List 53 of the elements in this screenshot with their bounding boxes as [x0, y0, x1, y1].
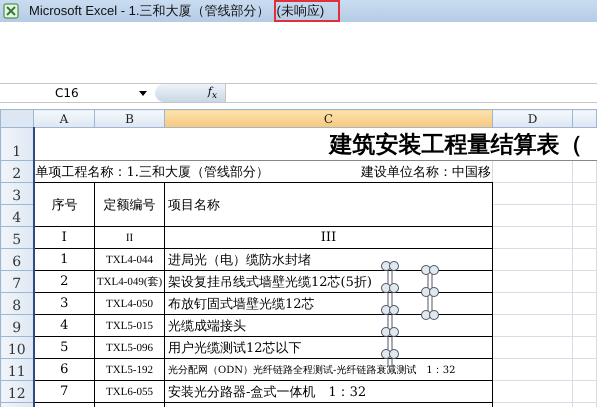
cell-text: TXL4-044	[106, 254, 154, 266]
row-header[interactable]: 8	[0, 292, 34, 314]
cell-text: 4	[60, 318, 68, 333]
cell-text: 布放钉固式墙壁光缆12芯	[168, 296, 315, 312]
cell-text: TXL6-055	[106, 386, 154, 398]
cell-text: 架设复挂吊线式墙壁光缆12芯(5折)	[168, 274, 372, 290]
cell-text: 安装光分路器-盒式一体机 1：32	[168, 384, 366, 400]
cell-text: 用户光缆测试12芯以下	[168, 340, 302, 356]
cell-text: TXL5-096	[106, 342, 154, 354]
excel-icon	[3, 3, 19, 19]
row-header[interactable]: 11	[0, 358, 34, 380]
cell-text: 光缆成端接头	[168, 318, 246, 334]
cell-text: 5	[60, 340, 68, 355]
row-header[interactable]: 12	[0, 380, 34, 402]
cell-text: TXL5-015	[106, 320, 154, 332]
cell-text: 7	[60, 384, 68, 399]
insert-function-button[interactable]: f$_{x}$	[155, 84, 225, 102]
cell-text: 6	[60, 362, 68, 377]
not-responding-status: (未响应)	[274, 0, 340, 22]
caret-icon	[139, 90, 147, 96]
cell-text: TXL5-192	[106, 364, 154, 376]
cell-text: 建筑安装工程量结算表（	[330, 130, 582, 158]
row-header[interactable]: 7	[0, 270, 34, 292]
row-header[interactable]: 9	[0, 314, 34, 336]
select-all-button[interactable]	[0, 110, 34, 128]
cell-text: 项目名称	[168, 198, 220, 212]
row-header[interactable]: 10	[0, 336, 34, 358]
cell-text: 3	[60, 296, 68, 311]
cell-text: TXL4-049(套)	[96, 276, 162, 288]
cell-text: III	[320, 230, 336, 245]
client-name-text: 建设单位名称：中国移	[361, 164, 491, 180]
cell-text: I	[62, 230, 67, 245]
row-header[interactable]: 3	[0, 182, 34, 204]
column-header[interactable]: B	[94, 110, 164, 128]
cell-text: 1	[60, 252, 68, 267]
cell-text: 2	[60, 274, 68, 289]
row-header[interactable]: 2	[0, 160, 34, 182]
row-header[interactable]: 4	[0, 204, 34, 226]
column-header[interactable]: C	[164, 110, 492, 128]
name-box[interactable]: C16	[0, 84, 155, 102]
row-header[interactable]: 6	[0, 248, 34, 270]
column-header[interactable]: D	[492, 110, 572, 128]
cell-text: TXL4-050	[106, 298, 154, 310]
cell-text: 序号	[51, 198, 78, 212]
cell-text: 光分配网（ODN）光纤链路全程测试-光纤链路衰减测试 1：32	[168, 364, 456, 376]
window-title: Microsoft Excel - 1.三和大厦（管线部分）	[29, 2, 270, 20]
row-header[interactable]: 5	[0, 226, 34, 248]
row-header[interactable]: 1	[0, 128, 34, 160]
cell-text: 定额编号	[104, 198, 156, 212]
project-name-text: 单项工程名称：1.三和大厦（管线部分）	[36, 164, 269, 180]
cell-text: II	[126, 232, 134, 244]
column-header[interactable]: A	[34, 110, 94, 128]
cell-text: 进局光（电）缆防水封堵	[168, 252, 311, 268]
